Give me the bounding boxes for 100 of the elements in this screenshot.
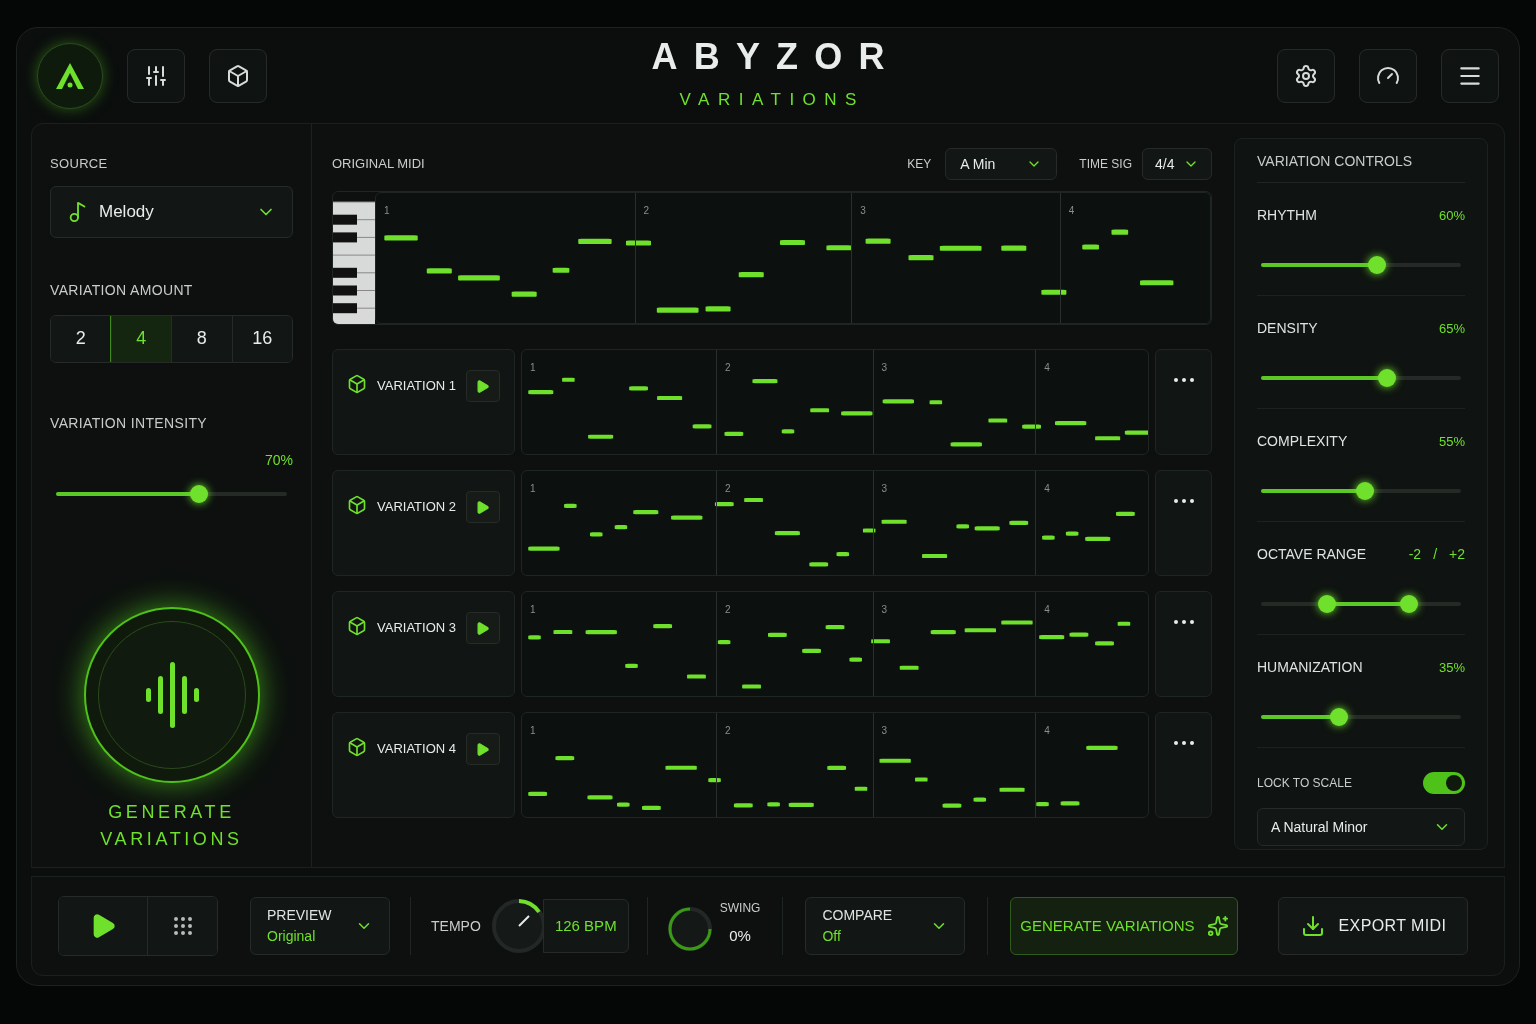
settings-icon (1294, 63, 1318, 88)
bar-number: 4 (1068, 205, 1075, 216)
bar-number: 2 (725, 604, 731, 615)
bar-number: 4 (1044, 725, 1050, 736)
slider[interactable] (1261, 482, 1461, 500)
play-button[interactable] (466, 612, 500, 644)
swing-label: SWING (719, 899, 761, 917)
menu-button[interactable] (1441, 48, 1499, 103)
cube-icon (347, 737, 367, 757)
control-label: COMPLEXITY (1257, 432, 1349, 451)
logo-button[interactable] (37, 42, 103, 109)
bar-number: 2 (725, 362, 731, 373)
bar-number: 2 (725, 483, 731, 494)
source-dropdown[interactable]: Melody (50, 185, 293, 238)
generate-pad-button[interactable] (83, 606, 260, 783)
control-label: RHYTHM (1257, 206, 1318, 225)
slider[interactable] (1261, 595, 1461, 613)
slider-thumb[interactable] (1318, 595, 1336, 613)
settings-button[interactable] (1277, 48, 1335, 103)
cube-button[interactable] (209, 48, 267, 103)
section-label: ORIGINAL MIDI (332, 155, 426, 174)
time-sig-dropdown[interactable]: 4/4 (1142, 148, 1212, 180)
preview-dropdown[interactable]: PREVIEW Original (250, 897, 390, 955)
grid-button[interactable] (147, 897, 217, 955)
section-label: VARIATION INTENSITY (50, 413, 209, 433)
swing-value: 0% (729, 925, 751, 946)
amount-option[interactable]: 16 (231, 315, 292, 362)
app-subtitle: VARIATIONS (678, 88, 865, 111)
bar-number: 3 (881, 483, 888, 494)
bar-number: 4 (1044, 483, 1050, 494)
play-icon (475, 741, 491, 757)
variation-name: VARIATION 2 (377, 498, 456, 516)
export-midi-button[interactable]: EXPORT MIDI (1278, 897, 1469, 955)
play-button[interactable] (466, 491, 500, 523)
play-icon (475, 499, 491, 515)
slider[interactable] (56, 484, 287, 503)
scale-dropdown[interactable]: A Natural Minor (1257, 808, 1465, 846)
bar-number: 1 (530, 483, 536, 494)
amount-option[interactable]: 2 (51, 315, 111, 362)
amount-option[interactable]: 8 (171, 315, 232, 362)
cube-icon (347, 495, 367, 515)
control-reading: 55% (1438, 432, 1465, 451)
range-high: +2 (1449, 545, 1465, 564)
range-low: -2 (1408, 545, 1422, 564)
control-label: LOCK TO SCALE (1257, 775, 1353, 792)
play-icon (475, 378, 491, 394)
slider-thumb[interactable] (1356, 482, 1374, 500)
variation-name: VARIATION 1 (377, 377, 456, 395)
gauge-button[interactable] (1359, 48, 1417, 103)
mixer-button[interactable] (127, 48, 185, 103)
variation-name: VARIATION 4 (377, 740, 456, 758)
control-label: HUMANIZATION (1257, 658, 1364, 677)
bar-number: 3 (860, 205, 866, 216)
bar-number: 3 (881, 725, 888, 736)
generate-variations-button[interactable]: GENERATE VARIATIONS (1010, 897, 1239, 955)
bar-number: 3 (881, 604, 888, 615)
slider[interactable] (1261, 256, 1461, 274)
range-separator: / (1433, 545, 1438, 564)
amount-option[interactable]: 4 (110, 315, 171, 362)
slider-thumb[interactable] (1400, 595, 1418, 613)
bar-number: 3 (881, 362, 888, 373)
more-icon (1173, 499, 1194, 503)
control-reading: 60% (1438, 206, 1465, 225)
slider-thumb[interactable] (1378, 369, 1396, 387)
play-button[interactable] (466, 370, 500, 402)
control-reading: 35% (1438, 658, 1465, 677)
play-button[interactable] (466, 733, 500, 765)
more-icon (1173, 378, 1194, 382)
compare-dropdown[interactable]: COMPARE Off (805, 897, 966, 955)
tempo-label: TEMPO (431, 916, 481, 936)
play-button[interactable] (59, 897, 147, 955)
more-icon (1173, 741, 1194, 745)
slider-thumb[interactable] (1330, 708, 1348, 726)
bar-number: 1 (384, 205, 390, 216)
key-label: KEY (907, 156, 932, 173)
slider-thumb[interactable] (190, 484, 209, 503)
cube-icon (347, 374, 367, 394)
section-label: SOURCE (50, 155, 109, 173)
variation-name: VARIATION 3 (377, 619, 456, 637)
app-title: ABYZOR (650, 38, 901, 75)
slider[interactable] (1261, 369, 1461, 387)
time-sig-label: TIME SIG (1079, 156, 1132, 173)
control-reading: 65% (1438, 319, 1465, 338)
tempo-value: 126 BPM (542, 899, 629, 953)
key-dropdown[interactable]: A Min (945, 148, 1058, 180)
swing-knob-icon (665, 905, 714, 953)
sliders-icon (144, 63, 168, 88)
bar-number: 2 (725, 725, 731, 736)
bar-number: 1 (530, 725, 536, 736)
bar-number: 1 (530, 604, 536, 615)
cube-icon (226, 63, 250, 88)
lock-scale-toggle[interactable] (1423, 772, 1465, 794)
slider-thumb[interactable] (1368, 256, 1386, 274)
slider[interactable] (1261, 708, 1461, 726)
cube-icon (347, 616, 367, 636)
control-label: DENSITY (1257, 319, 1319, 338)
sparkle-icon (1206, 915, 1229, 937)
more-icon (1173, 620, 1194, 624)
play-icon (475, 620, 491, 636)
panel-title: VARIATION CONTROLS (1257, 151, 1465, 183)
